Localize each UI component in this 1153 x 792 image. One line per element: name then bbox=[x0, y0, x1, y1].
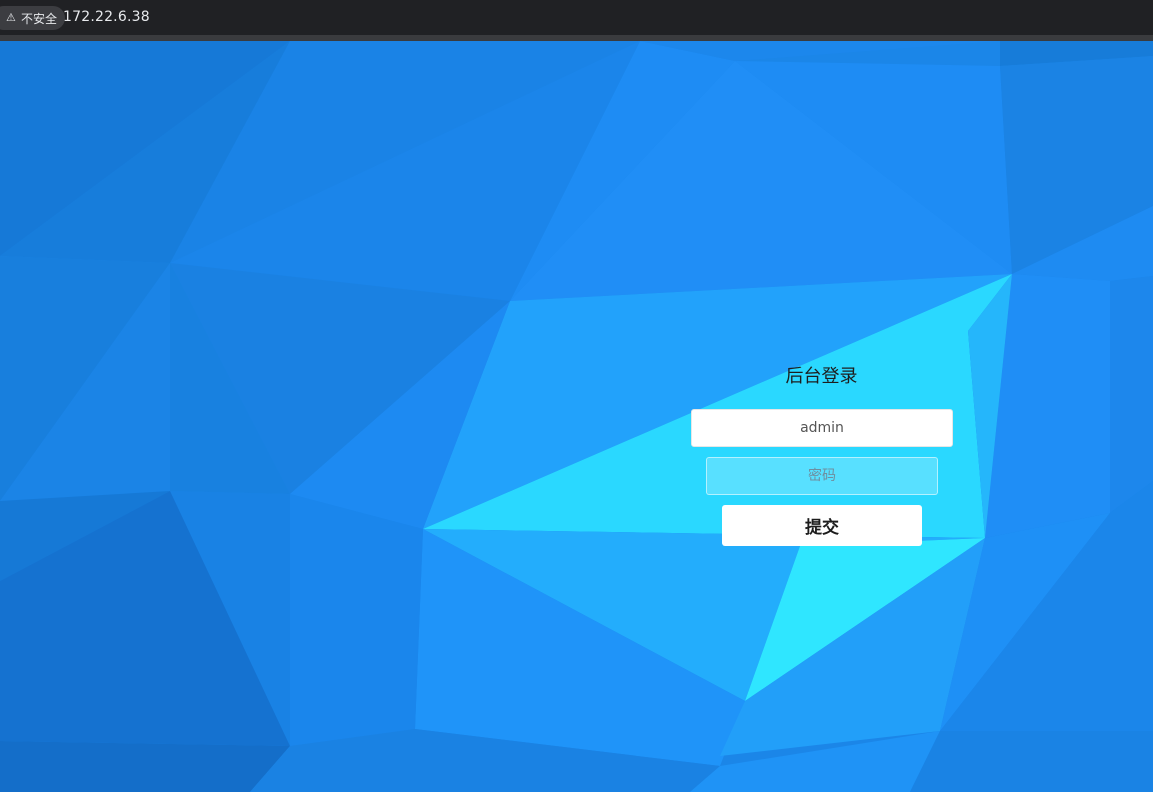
warning-icon: ⚠ bbox=[6, 11, 16, 24]
url-text[interactable]: 172.22.6.38 bbox=[63, 9, 150, 25]
security-status-chip[interactable]: ⚠ 不安全 bbox=[0, 6, 66, 30]
login-title: 后台登录 bbox=[785, 366, 858, 387]
username-input[interactable] bbox=[691, 409, 953, 447]
submit-button[interactable]: 提交 bbox=[722, 505, 922, 546]
password-input[interactable] bbox=[706, 457, 938, 495]
browser-address-bar: ⚠ 不安全 172.22.6.38 bbox=[0, 0, 1153, 41]
security-label: 不安全 bbox=[21, 11, 58, 26]
page-viewport: 后台登录 提交 bbox=[0, 41, 1153, 792]
polygon-background bbox=[0, 41, 1153, 792]
